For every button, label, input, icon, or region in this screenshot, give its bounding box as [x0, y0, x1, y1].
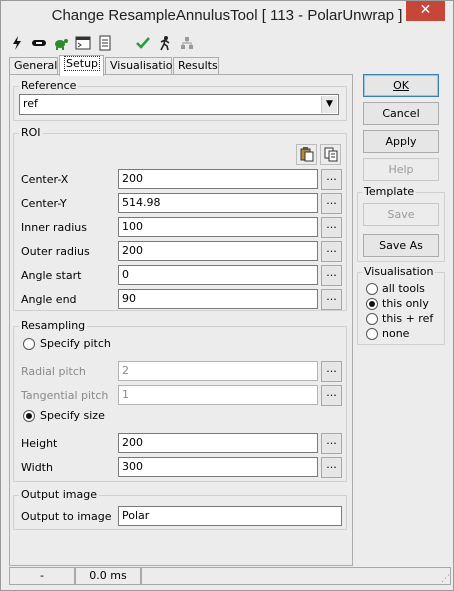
reference-value: ref	[23, 97, 38, 110]
status-cell-message	[141, 567, 451, 585]
tab-results[interactable]: Results	[173, 57, 219, 75]
tangential-pitch-browse-button[interactable]: ...	[321, 385, 342, 406]
tab-visualisation[interactable]: Visualisation	[105, 57, 179, 75]
center-y-input[interactable]: 514.98	[118, 193, 318, 213]
group-legend: Output image	[19, 488, 99, 501]
tab-strip: General Setup Visualisation Results	[9, 55, 354, 76]
tab-general[interactable]: General	[9, 57, 58, 75]
dialog-window: Change ResampleAnnulusTool [ 113 - Polar…	[0, 0, 454, 591]
tangential-pitch-input[interactable]: 1	[118, 385, 318, 405]
angle-start-browse-button[interactable]: ...	[321, 265, 342, 286]
chevron-down-icon[interactable]: ▼	[321, 96, 337, 113]
vis-none-radio[interactable]	[366, 328, 378, 340]
ok-label: OK	[393, 79, 409, 92]
radial-pitch-label: Radial pitch	[21, 365, 86, 378]
radial-pitch-browse-button[interactable]: ...	[321, 361, 342, 382]
vis-none-label: none	[382, 327, 410, 340]
cancel-button[interactable]: Cancel	[363, 102, 439, 125]
console-icon[interactable]	[75, 35, 91, 51]
tangential-pitch-label: Tangential pitch	[21, 389, 109, 402]
center-x-input[interactable]: 200	[118, 169, 318, 189]
template-save-button[interactable]: Save	[363, 203, 439, 226]
template-group: Template Save Save As	[357, 185, 445, 262]
copy-icon[interactable]	[320, 144, 341, 165]
reference-group: Reference ref ▼	[13, 79, 347, 121]
vis-this-ref-radio[interactable]	[366, 313, 378, 325]
link-icon[interactable]	[31, 35, 47, 51]
outer-radius-label: Outer radius	[21, 245, 90, 258]
output-to-image-label: Output to image	[21, 510, 112, 523]
tab-label: General	[14, 59, 58, 72]
list-icon[interactable]	[97, 35, 113, 51]
reference-select[interactable]: ref ▼	[19, 94, 339, 115]
window-title: Change ResampleAnnulusTool [ 113 - Polar…	[51, 7, 403, 24]
status-bar: - 0.0 ms ⋰	[1, 567, 453, 586]
vis-all-tools-label: all tools	[382, 282, 425, 295]
vis-this-only-radio[interactable]	[366, 298, 378, 310]
help-button[interactable]: Help	[363, 158, 439, 181]
output-image-group: Output image Output to image Polar	[13, 488, 347, 530]
specify-size-radio[interactable]	[23, 410, 35, 422]
group-legend: Visualisation	[362, 265, 436, 278]
group-legend: Template	[362, 185, 417, 198]
tab-label: Visualisation	[110, 59, 180, 72]
inner-radius-input[interactable]: 100	[118, 217, 318, 237]
angle-end-label: Angle end	[21, 293, 77, 306]
resampling-group: Resampling Specify pitch Radial pitch 2 …	[13, 319, 347, 482]
run-person-icon[interactable]	[157, 35, 173, 51]
ok-button[interactable]: OK	[363, 74, 439, 97]
height-browse-button[interactable]: ...	[321, 433, 342, 454]
paste-icon[interactable]	[296, 144, 317, 165]
center-y-label: Center-Y	[21, 197, 67, 210]
vis-this-ref-label: this + ref	[382, 312, 434, 325]
width-label: Width	[21, 461, 53, 474]
checkmark-icon[interactable]	[135, 35, 151, 51]
inner-radius-browse-button[interactable]: ...	[321, 217, 342, 238]
vis-this-only-label: this only	[382, 297, 429, 310]
setup-panel: Reference ref ▼ ROI Center-X 200 ... Cen…	[9, 74, 353, 566]
specify-pitch-label: Specify pitch	[40, 337, 111, 350]
template-save-as-button[interactable]: Save As	[363, 234, 439, 257]
vis-all-tools-radio[interactable]	[366, 283, 378, 295]
network-icon[interactable]	[179, 35, 195, 51]
width-browse-button[interactable]: ...	[321, 457, 342, 478]
height-input[interactable]: 200	[118, 433, 318, 453]
specify-size-label: Specify size	[40, 409, 105, 422]
group-legend: ROI	[19, 126, 43, 139]
visualisation-group: Visualisation all tools this only this +…	[357, 265, 445, 345]
tab-label: Setup	[64, 56, 101, 71]
radial-pitch-input[interactable]: 2	[118, 361, 318, 381]
inner-radius-label: Inner radius	[21, 221, 87, 234]
angle-start-label: Angle start	[21, 269, 82, 282]
outer-radius-input[interactable]: 200	[118, 241, 318, 261]
height-label: Height	[21, 437, 58, 450]
outer-radius-browse-button[interactable]: ...	[321, 241, 342, 262]
center-x-label: Center-X	[21, 173, 69, 186]
resize-grip-icon[interactable]: ⋰	[441, 574, 451, 584]
center-x-browse-button[interactable]: ...	[321, 169, 342, 190]
title-bar: Change ResampleAnnulusTool [ 113 - Polar…	[1, 1, 453, 32]
toolbar	[9, 32, 209, 54]
output-to-image-input[interactable]: Polar	[118, 506, 342, 526]
lightning-icon[interactable]	[9, 35, 25, 51]
tab-label: Results	[178, 59, 218, 72]
status-cell-timing: 0.0 ms	[75, 567, 141, 585]
width-input[interactable]: 300	[118, 457, 318, 477]
angle-end-browse-button[interactable]: ...	[321, 289, 342, 310]
angle-start-input[interactable]: 0	[118, 265, 318, 285]
apply-button[interactable]: Apply	[363, 130, 439, 153]
specify-pitch-radio[interactable]	[23, 338, 35, 350]
tab-setup[interactable]: Setup	[59, 55, 104, 76]
group-legend: Resampling	[19, 319, 88, 332]
group-legend: Reference	[19, 79, 79, 92]
center-y-browse-button[interactable]: ...	[321, 193, 342, 214]
status-cell-state: -	[9, 567, 75, 585]
roi-group: ROI Center-X 200 ... Center-Y 514.98 ...…	[13, 126, 347, 311]
angle-end-input[interactable]: 90	[118, 289, 318, 309]
turtle-icon[interactable]	[53, 35, 69, 51]
close-button[interactable]: ✕	[406, 1, 445, 21]
